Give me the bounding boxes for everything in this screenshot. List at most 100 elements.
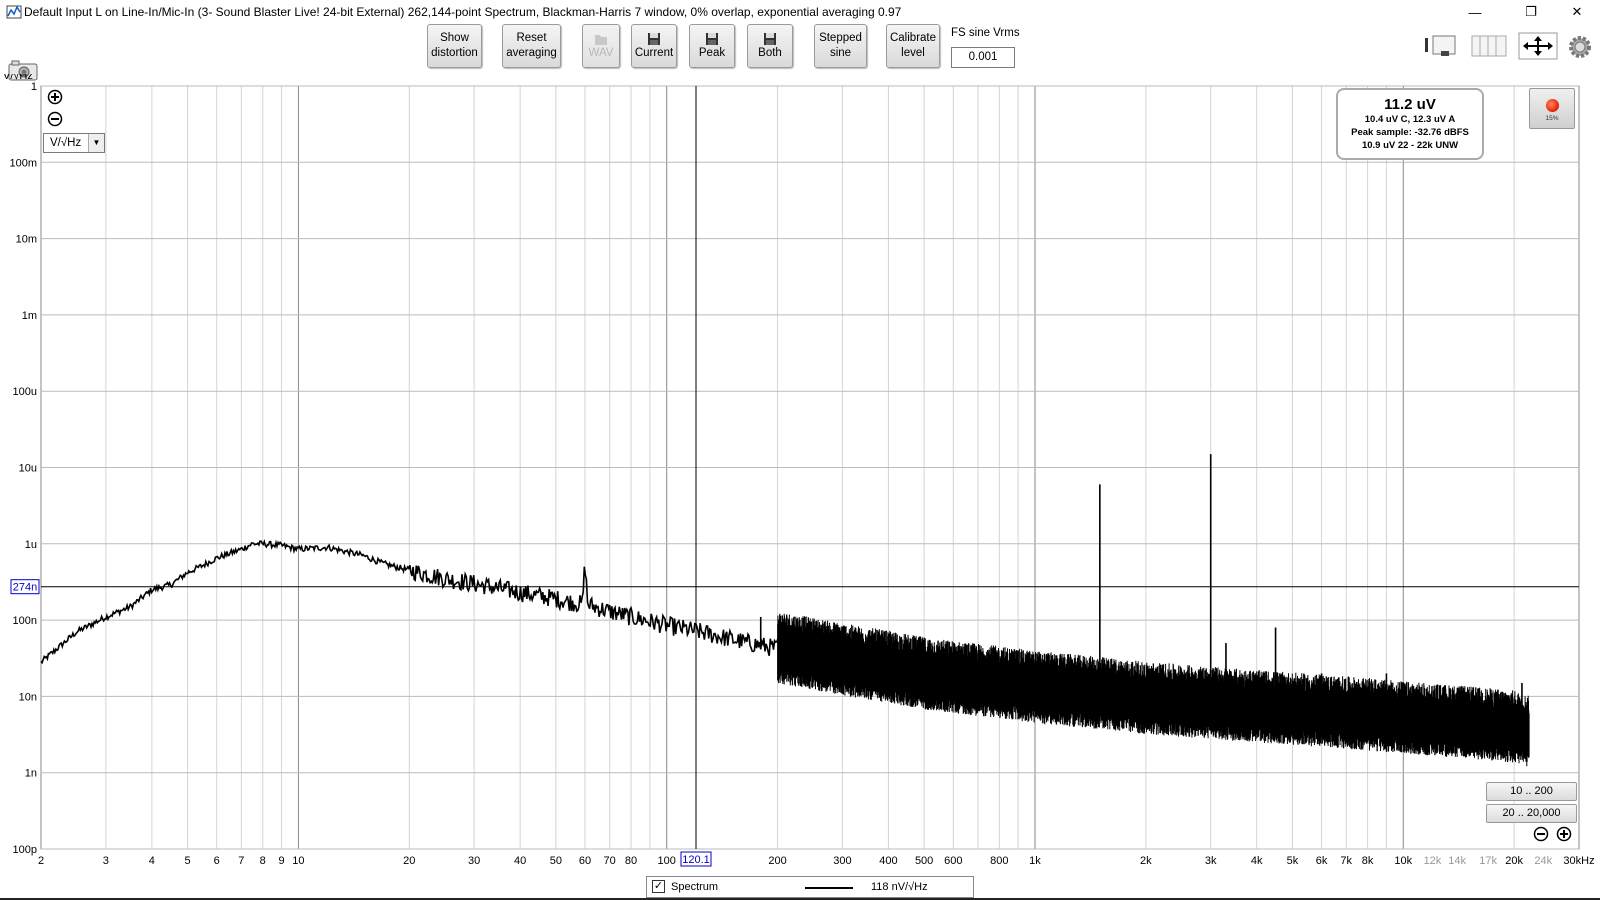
y-tick-label: 1u [25, 539, 37, 551]
current-label: Current [634, 46, 674, 59]
x-tick-label: 4k [1251, 855, 1263, 867]
reset-averaging-button[interactable]: Reset averaging [502, 24, 561, 68]
x-tick-label: 8k [1362, 855, 1374, 867]
restore-button[interactable]: ❐ [1508, 0, 1554, 24]
reset-averaging-label-2: averaging [506, 47, 557, 59]
legend-name: Spectrum [671, 881, 719, 893]
x-tick-label: 9 [279, 855, 285, 867]
y-tick-label: 1n [25, 768, 37, 780]
both-label: Both [758, 46, 782, 59]
minimize-button[interactable]: — [1452, 0, 1498, 24]
title-bar: Default Input L on Line-In/Mic-In (3- So… [0, 0, 1600, 24]
zoom-out-x-icon[interactable] [1533, 826, 1549, 842]
legend: ✓ Spectrum 118 nV/√Hz [646, 876, 974, 898]
level-readout: 11.2 uV 10.4 uV C, 12.3 uV A Peak sample… [1336, 88, 1484, 160]
cursor-y-label: 274n [13, 582, 37, 594]
x-tick-label: 10 [292, 855, 304, 867]
close-button[interactable]: ✕ [1554, 0, 1600, 24]
calibrate-level-label-1: Calibrate [889, 32, 937, 44]
record-led-icon [1546, 99, 1559, 112]
x-tick-label: 2 [38, 855, 44, 867]
stepped-sine-label-1: Stepped [819, 32, 862, 44]
x-tick-label: 300 [833, 855, 851, 867]
reset-averaging-label-1: Reset [516, 32, 547, 44]
x-tick-label: 7 [238, 855, 244, 867]
spectrum-plot[interactable]: 1 100m 10m 1m 100u 10u 1u 100n 10n 1n 100p 2 3 4 5 6 7 8 9… [0, 70, 1600, 879]
y-tick-label: 1 [31, 81, 37, 93]
cursor-x-label: 120.1 [682, 854, 710, 866]
x-tick-label: 600 [944, 855, 962, 867]
calibrate-level-button[interactable]: Calibrate level [886, 24, 940, 68]
x-tick-label: 500 [915, 855, 933, 867]
x-tick-label: 30kHz [1563, 855, 1594, 867]
legend-line-swatch [805, 887, 853, 889]
layout-columns-icon[interactable] [1470, 34, 1508, 58]
zoom-in-x-icon[interactable] [1556, 826, 1572, 842]
record-button[interactable]: 15% [1529, 88, 1575, 129]
x-tick-label: 60 [579, 855, 591, 867]
x-tick-label: 14k [1448, 855, 1466, 867]
x-tick-label: 30 [468, 855, 480, 867]
fs-sine-label: FS sine Vrms [951, 27, 1020, 39]
peak-label: Peak [698, 46, 726, 59]
y-tick-label: 100m [9, 157, 37, 169]
zoom-in-icon[interactable] [47, 89, 63, 105]
expand-arrows-icon[interactable] [1518, 32, 1558, 60]
record-percent: 15% [1545, 115, 1559, 122]
x-tick-label: 80 [625, 855, 637, 867]
x-tick-label: 6k [1316, 855, 1328, 867]
x-tick-label: 24k [1534, 855, 1552, 867]
save-icon [764, 32, 776, 45]
spectrum-checkbox[interactable]: ✓ [652, 880, 665, 893]
save-current-button[interactable]: Current [631, 24, 677, 68]
window-title: Default Input L on Line-In/Mic-In (3- So… [24, 5, 902, 19]
stepped-sine-button[interactable]: Stepped sine [814, 24, 867, 68]
gear-icon[interactable] [1567, 34, 1593, 60]
x-tick-label: 12k [1424, 855, 1442, 867]
range-20-20000-button[interactable]: 20 .. 20,000 [1486, 804, 1577, 823]
spectrum-chart[interactable]: 1 100m 10m 1m 100u 10u 1u 100n 10n 1n 100p2 3 4 5 6 7 8 9… [0, 70, 1600, 874]
app-icon [6, 5, 22, 19]
y-unit-label: V/√Hz [3, 74, 33, 82]
y-tick-label: 1m [22, 310, 37, 322]
zoom-out-icon[interactable] [47, 111, 63, 127]
range-10-200-button[interactable]: 10 .. 200 [1486, 782, 1577, 801]
x-tick-label: 6 [214, 855, 220, 867]
x-tick-label: 50 [550, 855, 562, 867]
x-tick-label: 5 [184, 855, 190, 867]
stepped-sine-label-2: sine [829, 47, 852, 59]
x-tick-label: 20k [1505, 855, 1523, 867]
x-tick-label: 1k [1029, 855, 1041, 867]
y-tick-label: 10m [16, 234, 37, 246]
x-tick-label: 40 [514, 855, 526, 867]
wav-label: WAV [588, 46, 614, 59]
x-tick-label: 17k [1479, 855, 1497, 867]
save-both-button[interactable]: Both [747, 24, 793, 68]
x-tick-label: 200 [768, 855, 786, 867]
y-unit-select-value: V/√Hz [50, 137, 82, 149]
show-distortion-button[interactable]: Show distortion [427, 24, 482, 68]
calibrate-level-label-2: level [901, 47, 925, 59]
chevron-down-icon[interactable]: ▼ [88, 134, 104, 152]
x-tick-label: 4 [149, 855, 155, 867]
readout-main: 11.2 uV [1384, 96, 1436, 113]
toolbar [0, 24, 1600, 81]
x-tick-label: 20 [403, 855, 415, 867]
y-unit-select[interactable]: V/√Hz ▼ [43, 133, 105, 153]
x-tick-label: 3k [1205, 855, 1217, 867]
legend-value: 118 nV/√Hz [871, 881, 928, 893]
x-tick-label: 100 [658, 855, 676, 867]
fs-sine-input[interactable]: 0.001 [951, 47, 1015, 68]
show-distortion-label-1: Show [440, 32, 469, 44]
x-tick-label: 400 [879, 855, 897, 867]
show-distortion-label-2: distortion [431, 47, 478, 59]
readout-line1: 10.4 uV C, 12.3 uV A [1364, 114, 1456, 125]
x-tick-label: 10k [1394, 855, 1412, 867]
save-peak-button[interactable]: Peak [689, 24, 735, 68]
layout-left-icon[interactable] [1423, 34, 1459, 58]
wav-button[interactable]: WAV [582, 24, 620, 68]
save-icon [706, 32, 718, 45]
save-icon [648, 32, 660, 45]
folder-icon [595, 34, 607, 45]
x-tick-label: 8 [260, 855, 266, 867]
